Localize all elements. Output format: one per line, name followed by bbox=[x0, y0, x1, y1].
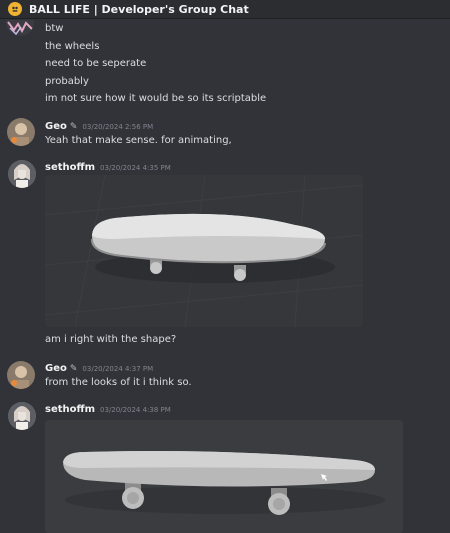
avatar[interactable] bbox=[7, 118, 35, 146]
message-text: am i right with the shape? bbox=[45, 334, 177, 345]
avatar[interactable] bbox=[8, 160, 36, 188]
avatar[interactable] bbox=[7, 361, 35, 389]
message-text: need to be seperate bbox=[45, 58, 147, 69]
image-attachment[interactable] bbox=[45, 175, 363, 327]
image-attachment[interactable] bbox=[45, 420, 403, 533]
message-text: im not sure how it would be so its scrip… bbox=[45, 93, 267, 104]
author-name[interactable]: Geo bbox=[45, 121, 67, 132]
window-title: BALL LIFE | Developer's Group Chat bbox=[29, 2, 249, 16]
author-name[interactable]: Geo bbox=[45, 363, 67, 374]
timestamp: 03/20/2024 4:35 PM bbox=[100, 164, 171, 172]
avatar[interactable] bbox=[8, 402, 36, 430]
avatar[interactable] bbox=[6, 20, 34, 36]
timestamp: 03/20/2024 2:56 PM bbox=[82, 123, 154, 131]
pencil-icon: ✎ bbox=[69, 364, 78, 374]
timestamp: 03/20/2024 4:37 PM bbox=[82, 365, 154, 373]
message-text: from the looks of it i think so. bbox=[45, 377, 192, 388]
timestamp: 03/20/2024 4:38 PM bbox=[100, 406, 171, 414]
author-name[interactable]: sethoffm bbox=[45, 162, 95, 173]
author-name[interactable]: sethoffm bbox=[45, 404, 95, 415]
message-text: btw bbox=[45, 23, 64, 34]
group-chat-icon bbox=[8, 2, 22, 16]
pencil-icon: ✎ bbox=[69, 122, 78, 132]
message-text: the wheels bbox=[45, 41, 100, 52]
message-text: probably bbox=[45, 76, 89, 87]
window-titlebar: BALL LIFE | Developer's Group Chat bbox=[0, 0, 450, 19]
message-text: Yeah that make sense. for animating, bbox=[45, 135, 232, 146]
